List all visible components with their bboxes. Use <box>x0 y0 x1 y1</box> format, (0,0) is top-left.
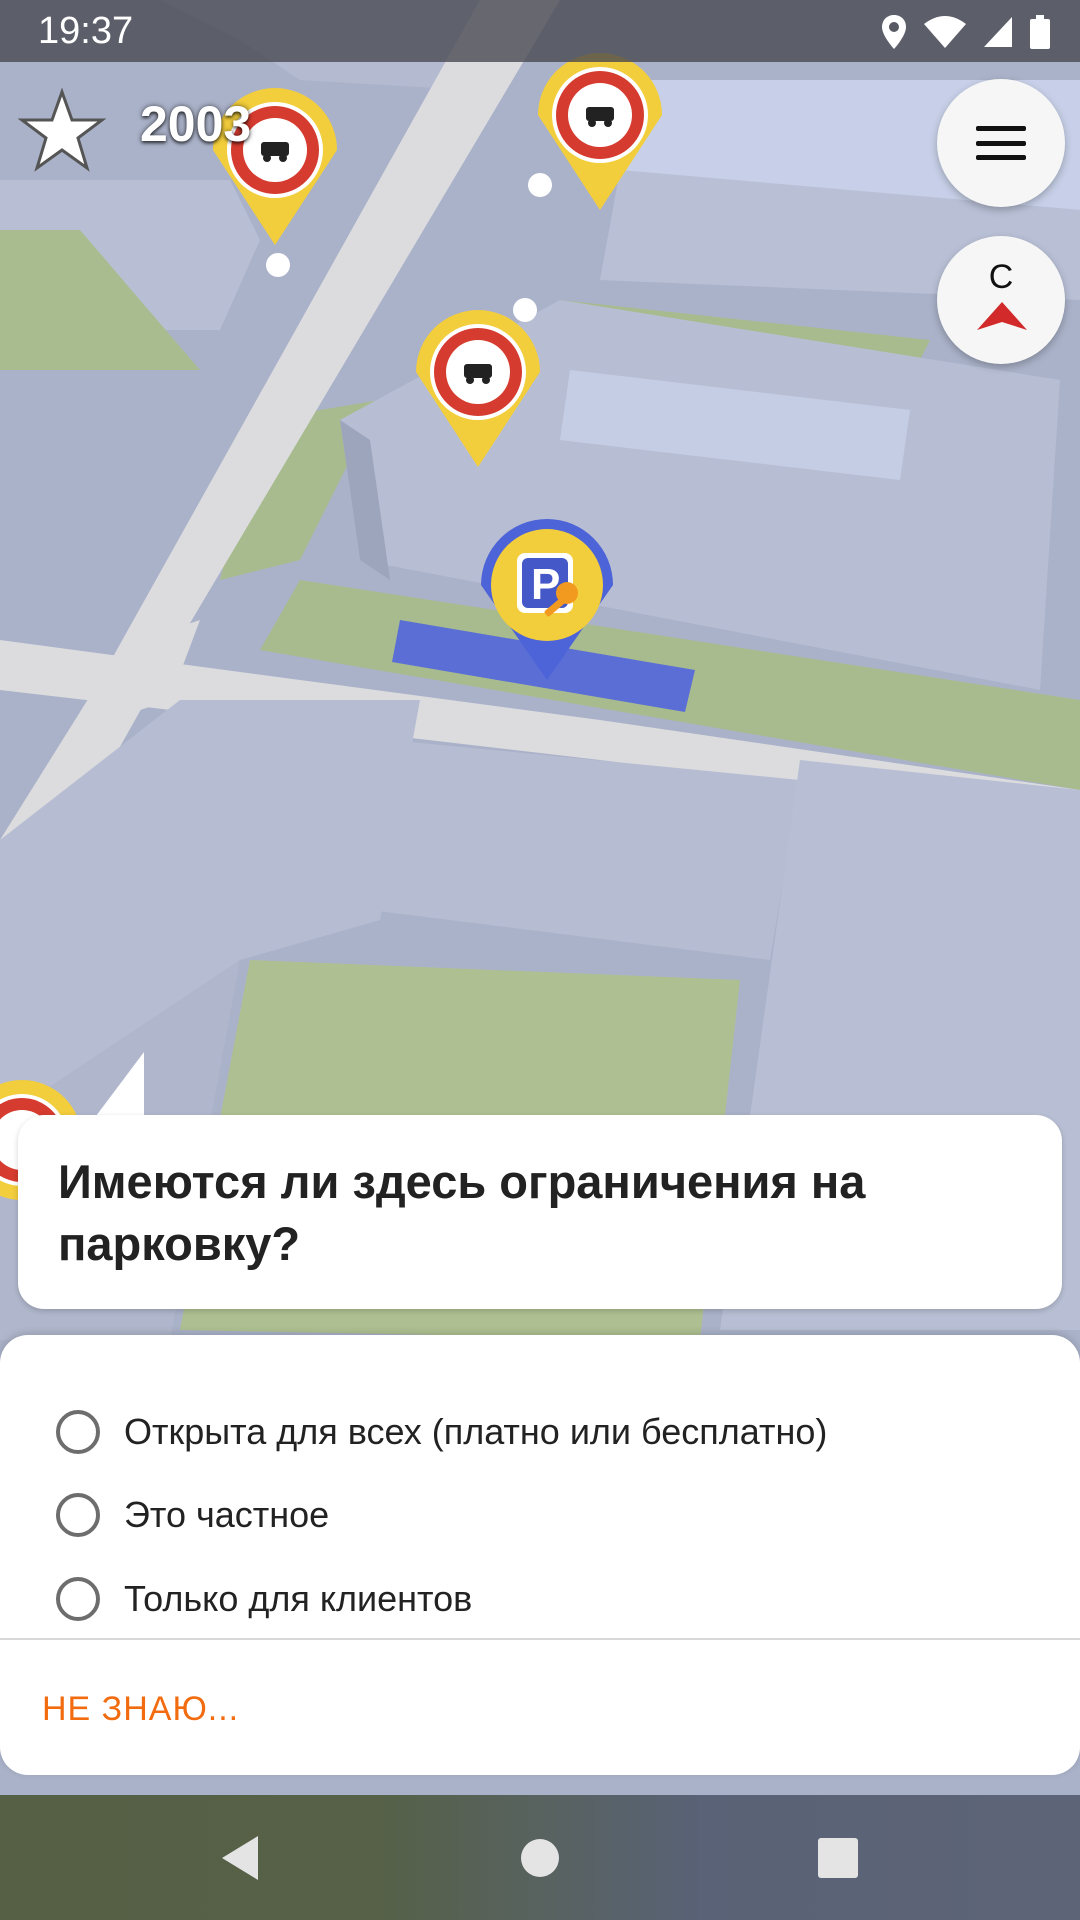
system-nav-bar <box>0 1795 1080 1920</box>
wifi-icon <box>924 16 966 48</box>
status-time: 19:37 <box>38 10 134 52</box>
home-icon <box>521 1838 559 1877</box>
answer-label: Только для клиентов <box>124 1578 473 1619</box>
status-bar: 19:37 <box>0 0 1080 62</box>
question-text: Имеются ли здесь ограничения на парковку… <box>58 1155 866 1270</box>
answer-label: Это частное <box>124 1494 330 1535</box>
divider <box>0 1638 1080 1640</box>
recents-button[interactable] <box>778 1795 898 1920</box>
battery-icon <box>1030 15 1050 49</box>
answer-option-private[interactable]: Это частное <box>56 1485 329 1545</box>
hamburger-menu-icon <box>976 126 1026 160</box>
compass-north-label: С <box>988 258 1014 296</box>
radio-button[interactable] <box>56 1493 100 1537</box>
home-button[interactable] <box>480 1795 600 1920</box>
dont-know-button[interactable]: НЕ ЗНАЮ... <box>42 1690 239 1729</box>
back-icon <box>222 1835 258 1880</box>
star-icon[interactable] <box>18 86 106 174</box>
menu-button[interactable] <box>937 79 1065 207</box>
question-card: Имеются ли здесь ограничения на парковку… <box>18 1115 1062 1309</box>
compass-button[interactable]: С <box>937 236 1065 364</box>
radio-button[interactable] <box>56 1577 100 1621</box>
status-icons <box>882 12 1050 52</box>
answered-count: 2003 <box>140 96 252 152</box>
answers-card: Открыта для всех (платно или бесплатно) … <box>0 1335 1080 1775</box>
radio-button[interactable] <box>56 1410 100 1454</box>
compass-needle-icon <box>977 302 1027 330</box>
answer-option-customers[interactable]: Только для клиентов <box>56 1569 472 1629</box>
recents-icon <box>818 1837 858 1878</box>
back-button[interactable] <box>180 1795 300 1920</box>
answer-label: Открыта для всех (платно или бесплатно) <box>124 1411 828 1452</box>
answer-option-public[interactable]: Открыта для всех (платно или бесплатно) <box>56 1402 827 1462</box>
location-icon <box>882 15 906 49</box>
signal-icon <box>984 17 1012 47</box>
